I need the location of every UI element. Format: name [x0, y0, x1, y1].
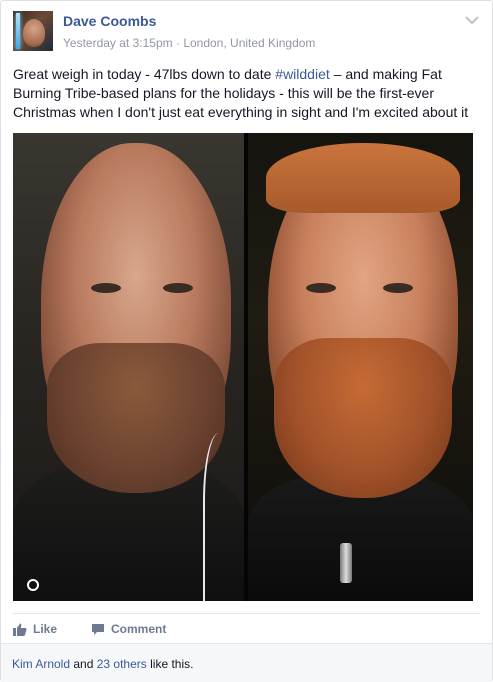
jacket-zipper — [340, 543, 352, 583]
post-text-before: Great weigh in today - 47lbs down to dat… — [13, 66, 276, 82]
liker-link[interactable]: Kim Arnold — [12, 657, 70, 671]
like-label: Like — [33, 622, 58, 636]
likes-summary: Kim Arnold and 23 others like this. — [1, 643, 492, 682]
comment-label: Comment — [111, 622, 167, 636]
likes-suffix: like this. — [146, 657, 194, 671]
post-meta: Yesterday at 3:15pm · London, United Kin… — [63, 36, 315, 50]
before-photo — [13, 133, 244, 601]
post-card: Dave Coombs Yesterday at 3:15pm · London… — [0, 0, 493, 682]
author-name[interactable]: Dave Coombs — [63, 13, 156, 29]
avatar-face — [23, 19, 45, 47]
earphone-cable — [203, 433, 243, 601]
post-text: Great weigh in today - 47lbs down to dat… — [13, 65, 483, 122]
thumbs-up-icon — [13, 623, 27, 636]
comment-button[interactable]: Comment — [91, 622, 166, 636]
after-photo — [248, 133, 473, 601]
others-link[interactable]: 23 others — [97, 657, 147, 671]
avatar-lightsaber — [16, 13, 20, 49]
chevron-down-icon[interactable] — [464, 14, 480, 26]
post-header: Dave Coombs Yesterday at 3:15pm · London… — [13, 11, 480, 55]
likes-text: Kim Arnold and 23 others like this. — [12, 657, 193, 671]
like-button[interactable]: Like — [13, 622, 57, 636]
post-timestamp[interactable]: Yesterday at 3:15pm — [63, 36, 173, 50]
post-location[interactable]: London, United Kingdom — [183, 36, 315, 50]
post-photo[interactable] — [13, 133, 473, 601]
speech-bubble-icon — [92, 623, 104, 635]
avatar[interactable] — [13, 11, 53, 51]
meta-separator: · — [172, 36, 184, 50]
hashtag-link[interactable]: #wilddiet — [275, 66, 329, 82]
action-bar: Like Comment — [13, 613, 480, 643]
likes-and: and — [70, 657, 97, 671]
photo-overlay-circle — [27, 579, 39, 591]
